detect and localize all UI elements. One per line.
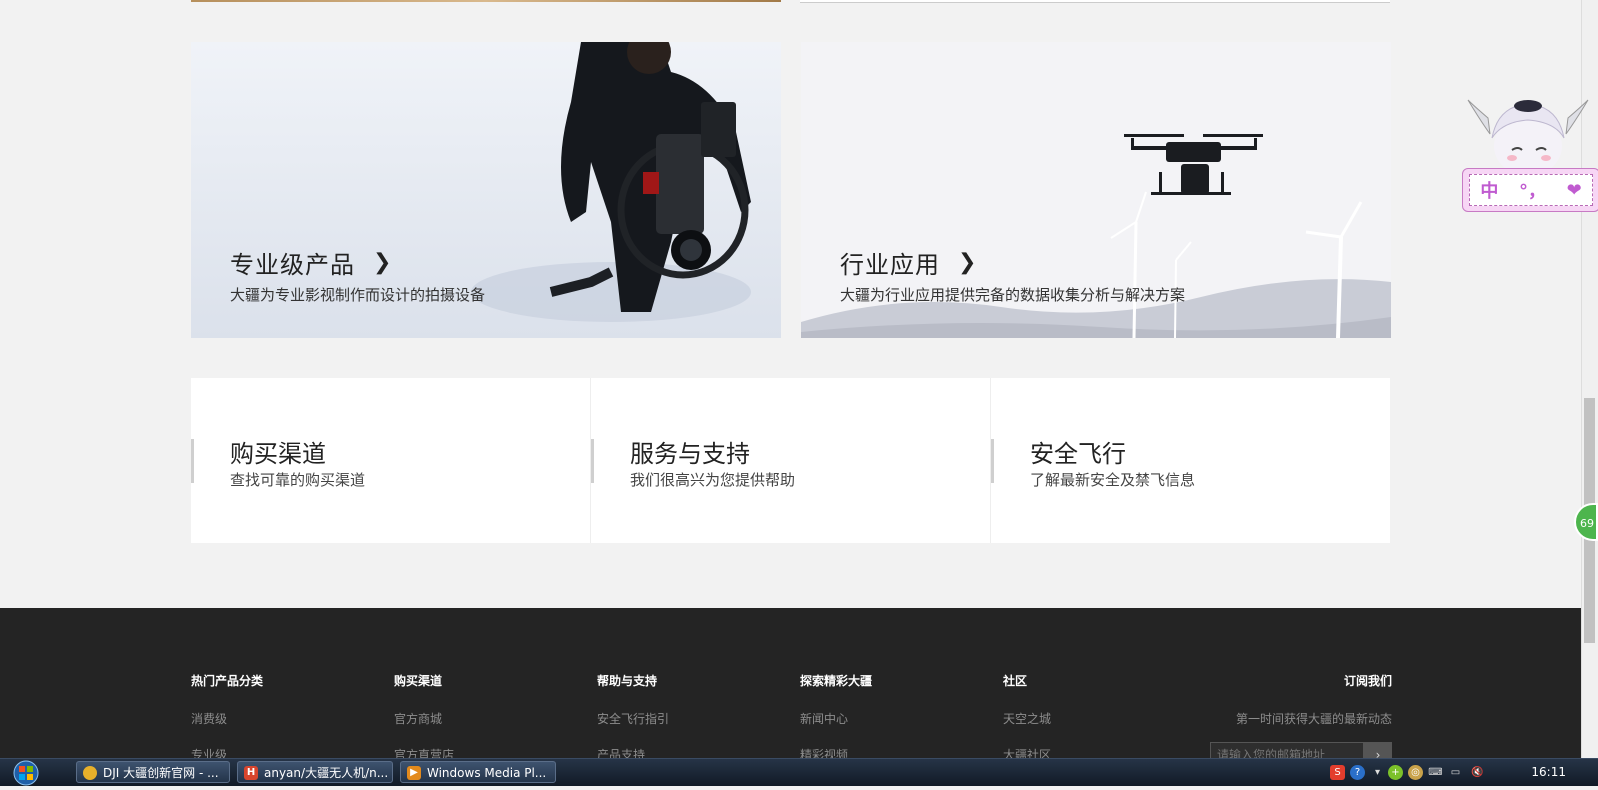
- media-player-icon: ▶: [407, 766, 421, 780]
- card-title: 购买渠道: [230, 440, 326, 468]
- taskbar-item-label: anyan/大疆无人机/n...: [264, 766, 389, 780]
- taskbar-item-browser[interactable]: DJI 大疆创新官网 - ...: [76, 761, 230, 783]
- windows-taskbar: DJI 大疆创新官网 - ... H anyan/大疆无人机/n... ▶ Wi…: [0, 758, 1598, 786]
- card-accent-bar: [991, 439, 994, 483]
- taskbar-item-hbuilder[interactable]: H anyan/大疆无人机/n...: [237, 761, 393, 783]
- info-cards: 购买渠道 查找可靠的购买渠道 服务与支持 我们很高兴为您提供帮助 安全飞行 了解…: [191, 378, 1390, 543]
- card-title: 安全飞行: [1030, 440, 1126, 468]
- hero-professional-products[interactable]: 专业级产品 ❯ 大疆为专业影视制作而设计的拍摄设备: [191, 42, 781, 338]
- footer-column-heading: 社区: [1003, 674, 1028, 688]
- subscribe-heading: 订阅我们: [1343, 674, 1392, 688]
- top-image-edge-right: [800, 0, 1390, 3]
- monitor-icon[interactable]: ▭: [1448, 765, 1463, 780]
- footer-link[interactable]: 天空之城: [1003, 710, 1051, 727]
- tray-expand-icon[interactable]: ▾: [1370, 765, 1385, 780]
- heart-icon[interactable]: ❤: [1567, 180, 1582, 201]
- anime-girl-icon: [1467, 99, 1589, 176]
- card-where-to-buy[interactable]: 购买渠道 查找可靠的购买渠道: [191, 378, 590, 543]
- card-accent-bar: [591, 439, 594, 483]
- hero-enterprise-title[interactable]: 行业应用 ❯: [840, 245, 1185, 280]
- windows-logo-icon: [13, 760, 39, 786]
- card-subtitle: 了解最新安全及禁飞信息: [1030, 471, 1196, 489]
- card-subtitle: 我们很高兴为您提供帮助: [630, 471, 796, 489]
- chevron-right-icon: ❯: [373, 250, 393, 275]
- ime-mascot-widget[interactable]: 中 °， ❤: [1460, 98, 1598, 214]
- taskbar-clock[interactable]: 16:11: [1531, 759, 1566, 786]
- top-image-edge-left: [191, 0, 781, 2]
- subscribe-description: 第一时间获得大疆的最新动态: [1235, 712, 1392, 726]
- card-service-support[interactable]: 服务与支持 我们很高兴为您提供帮助: [590, 378, 990, 543]
- footer-column-heading: 帮助与支持: [597, 674, 658, 688]
- keyboard-icon[interactable]: ⌨: [1428, 765, 1443, 780]
- card-subtitle: 查找可靠的购买渠道: [230, 471, 366, 489]
- chrome-icon: [83, 766, 97, 780]
- footer-column-heading: 购买渠道: [394, 674, 443, 688]
- taskbar-item-label: Windows Media Pl...: [427, 766, 547, 780]
- speed-badge[interactable]: 69: [1574, 503, 1598, 541]
- ime-punctuation-mode[interactable]: °，: [1519, 177, 1546, 203]
- green-plus-icon[interactable]: +: [1388, 765, 1403, 780]
- sogou-ime-icon[interactable]: S: [1330, 765, 1345, 780]
- hero-professional-title[interactable]: 专业级产品 ❯: [230, 245, 485, 280]
- card-title: 服务与支持: [630, 440, 750, 468]
- network-status-icon[interactable]: ◎: [1408, 765, 1423, 780]
- hero-professional-subtitle: 大疆为专业影视制作而设计的拍摄设备: [230, 286, 486, 304]
- ime-chinese-mode[interactable]: 中: [1480, 177, 1498, 203]
- help-icon[interactable]: ?: [1350, 765, 1365, 780]
- footer-link[interactable]: 官方商城: [394, 710, 454, 727]
- chevron-right-icon: ❯: [958, 250, 978, 275]
- card-fly-safe[interactable]: 安全飞行 了解最新安全及禁飞信息: [990, 378, 1390, 543]
- footer-link[interactable]: 消费级: [191, 710, 263, 727]
- taskbar-item-label: DJI 大疆创新官网 - ...: [103, 766, 219, 780]
- footer-link[interactable]: 安全飞行指引: [597, 710, 669, 727]
- footer-link[interactable]: 新闻中心: [800, 710, 872, 727]
- footer-column-heading: 探索精彩大疆: [800, 674, 873, 688]
- site-footer: 热门产品分类 消费级 专业级 购买渠道 官方商城 官方直营店 帮助与支持 安全飞…: [0, 608, 1582, 768]
- taskbar-item-media-player[interactable]: ▶ Windows Media Pl...: [400, 761, 556, 783]
- ime-status-panel[interactable]: 中 °， ❤: [1462, 168, 1598, 212]
- hero-enterprise-solutions[interactable]: 行业应用 ❯ 大疆为行业应用提供完备的数据收集分析与解决方案: [801, 42, 1391, 338]
- footer-column-heading: 热门产品分类: [191, 674, 264, 688]
- volume-muted-icon[interactable]: 🔇: [1470, 765, 1485, 780]
- card-accent-bar: [191, 439, 194, 483]
- system-tray: S ? ▾ + ◎ ⌨ ▭ 🔇 16:11: [1318, 759, 1598, 786]
- h-icon: H: [244, 766, 258, 780]
- footer-subscribe: 订阅我们 第一时间获得大疆的最新动态 ›: [1210, 672, 1392, 768]
- start-button[interactable]: [4, 760, 44, 786]
- hero-enterprise-subtitle: 大疆为行业应用提供完备的数据收集分析与解决方案: [840, 286, 1186, 304]
